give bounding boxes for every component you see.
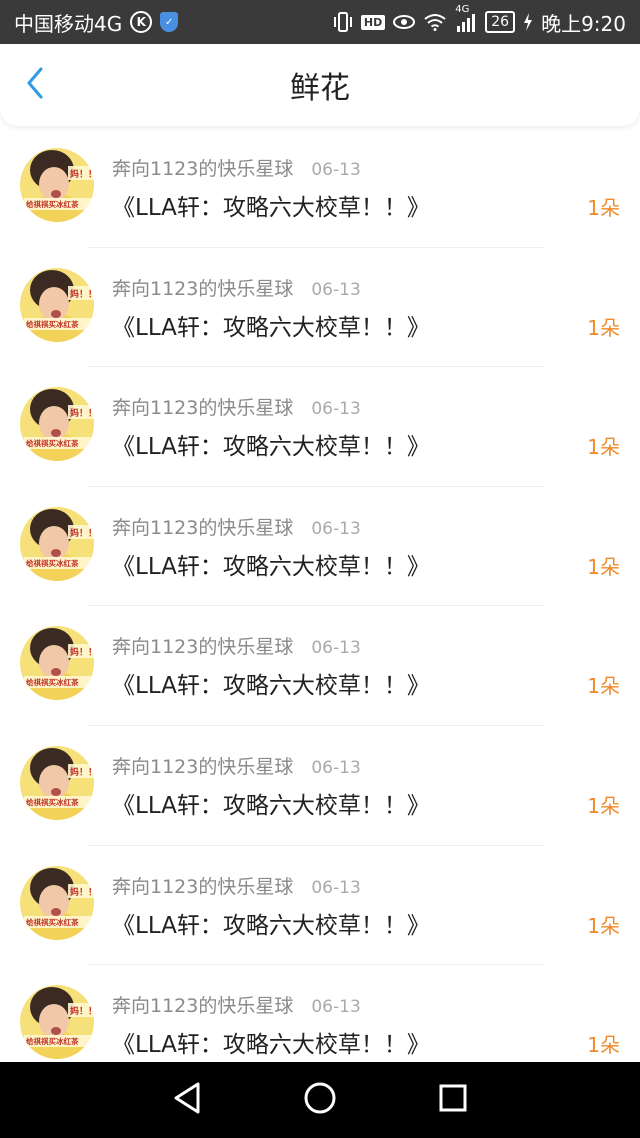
triangle-back-icon <box>172 1081 202 1119</box>
nav-home-button[interactable] <box>300 1080 340 1120</box>
nav-back-button[interactable] <box>167 1080 207 1120</box>
avatar-caption-1: 妈！！ <box>70 168 94 180</box>
flower-list: 妈！！ 给祺祺买冰红茶 奔向1123的快乐星球 06-13 《LLA轩：攻略六大… <box>0 128 640 1062</box>
item-message: 《LLA轩：攻略六大校草！！》 <box>112 912 430 939</box>
avatar[interactable]: 妈！！ 给祺祺买冰红茶 <box>20 148 94 222</box>
sender-name: 奔向1123的快乐星球 <box>112 636 294 659</box>
vibrate-icon <box>333 11 353 33</box>
item-date: 06-13 <box>311 997 361 1018</box>
avatar-caption-1: 妈！！ <box>70 1005 94 1017</box>
flower-count: 1朵 <box>587 196 620 220</box>
sender-name: 奔向1123的快乐星球 <box>112 397 294 420</box>
list-item[interactable]: 妈！！ 给祺祺买冰红茶 奔向1123的快乐星球 06-13 《LLA轩：攻略六大… <box>0 487 640 607</box>
back-button[interactable] <box>18 67 52 103</box>
flower-count: 1朵 <box>587 435 620 460</box>
item-message: 《LLA轩：攻略六大校草！！》 <box>112 1032 430 1059</box>
item-message: 《LLA轩：攻略六大校草！！》 <box>112 195 430 221</box>
item-date: 06-13 <box>311 160 361 180</box>
nav-recent-button[interactable] <box>433 1080 473 1120</box>
flower-count: 1朵 <box>587 793 620 818</box>
avatar[interactable]: 妈！！ 给祺祺买冰红茶 <box>20 506 94 581</box>
avatar-caption-1: 妈！！ <box>70 407 94 419</box>
item-message: 《LLA轩：攻略六大校草！！》 <box>112 792 430 819</box>
network-type-label: 4G <box>455 4 470 15</box>
status-bar: 中国移动4G K ✓ HD 4G 26 晚上9:20 <box>0 0 640 44</box>
status-left: 中国移动4G K ✓ <box>14 8 179 37</box>
item-date: 06-13 <box>311 279 361 300</box>
sender-name: 奔向1123的快乐星球 <box>112 755 294 778</box>
item-date: 06-13 <box>311 638 361 659</box>
item-meta: 奔向1123的快乐星球 06-13 <box>112 632 361 659</box>
page-title: 鲜花 <box>290 71 350 106</box>
list-item[interactable]: 妈！！ 给祺祺买冰红茶 奔向1123的快乐星球 06-13 《LLA轩：攻略六大… <box>0 606 640 726</box>
clock: 晚上9:20 <box>541 11 626 36</box>
avatar[interactable]: 妈！！ 给祺祺买冰红茶 <box>20 865 94 940</box>
avatar-caption-1: 妈！！ <box>70 646 94 658</box>
item-message: 《LLA轩：攻略六大校草！！》 <box>112 553 430 580</box>
avatar-caption-2: 给祺祺买冰红茶 <box>26 677 79 687</box>
flower-count: 1朵 <box>587 554 620 579</box>
list-item[interactable]: 妈！！ 给祺祺买冰红茶 奔向1123的快乐星球 06-13 《LLA轩：攻略六大… <box>0 726 640 846</box>
item-meta: 奔向1123的快乐星球 06-13 <box>112 513 361 540</box>
sender-name: 奔向1123的快乐星球 <box>112 875 294 898</box>
flower-count: 1朵 <box>587 1033 620 1058</box>
chevron-left-icon <box>25 67 45 103</box>
avatar-caption-2: 给祺祺买冰红茶 <box>26 199 79 209</box>
k-icon: K <box>130 11 153 33</box>
avatar-caption-1: 妈！！ <box>70 288 94 300</box>
hd-icon: HD <box>360 14 386 30</box>
item-date: 06-13 <box>311 399 361 420</box>
page-header: 鲜花 <box>0 44 640 126</box>
square-recent-icon <box>438 1083 468 1117</box>
avatar-caption-1: 妈！！ <box>70 886 94 898</box>
system-nav-bar <box>0 1062 640 1138</box>
list-item[interactable]: 妈！！ 给祺祺买冰红茶 奔向1123的快乐星球 06-13 《LLA轩：攻略六大… <box>0 965 640 1062</box>
flower-count: 1朵 <box>587 913 620 938</box>
list-item[interactable]: 妈！！ 给祺祺买冰红茶 奔向1123的快乐星球 06-13 《LLA轩：攻略六大… <box>0 367 640 487</box>
avatar-caption-2: 给祺祺买冰红茶 <box>26 917 79 927</box>
eye-icon <box>393 14 416 30</box>
item-meta: 奔向1123的快乐星球 06-13 <box>112 991 361 1018</box>
item-meta: 奔向1123的快乐星球 06-13 <box>112 752 361 779</box>
avatar[interactable]: 妈！！ 给祺祺买冰红茶 <box>20 387 94 462</box>
sender-name: 奔向1123的快乐星球 <box>112 158 294 180</box>
battery-icon: 26 <box>485 11 516 33</box>
carrier-label: 中国移动4G <box>14 11 123 36</box>
item-message: 《LLA轩：攻略六大校草！！》 <box>112 314 430 341</box>
status-right: HD 4G 26 晚上9:20 <box>333 4 626 37</box>
sender-name: 奔向1123的快乐星球 <box>112 277 294 300</box>
avatar[interactable]: 妈！！ 给祺祺买冰红茶 <box>20 985 94 1060</box>
item-date: 06-13 <box>311 877 361 898</box>
list-item[interactable]: 妈！！ 给祺祺买冰红茶 奔向1123的快乐星球 06-13 《LLA轩：攻略六大… <box>0 846 640 966</box>
item-meta: 奔向1123的快乐星球 06-13 <box>112 872 361 899</box>
item-meta: 奔向1123的快乐星球 06-13 <box>112 393 361 420</box>
circle-home-icon <box>303 1081 337 1119</box>
avatar[interactable]: 妈！！ 给祺祺买冰红茶 <box>20 626 94 701</box>
item-message: 《LLA轩：攻略六大校草！！》 <box>112 434 430 461</box>
wifi-icon <box>423 13 447 31</box>
signal-icon: 4G <box>455 4 477 32</box>
item-message: 《LLA轩：攻略六大校草！！》 <box>112 673 430 700</box>
sender-name: 奔向1123的快乐星球 <box>112 995 294 1018</box>
avatar-caption-2: 给祺祺买冰红茶 <box>26 558 79 568</box>
avatar-caption-2: 给祺祺买冰红茶 <box>26 438 79 448</box>
avatar[interactable]: 妈！！ 给祺祺买冰红茶 <box>20 745 94 820</box>
charging-icon <box>523 13 533 31</box>
avatar-caption-2: 给祺祺买冰红茶 <box>26 319 79 329</box>
item-date: 06-13 <box>311 518 361 539</box>
sender-name: 奔向1123的快乐星球 <box>112 516 294 539</box>
item-date: 06-13 <box>311 757 361 778</box>
item-meta: 奔向1123的快乐星球 06-13 <box>112 154 361 181</box>
flower-count: 1朵 <box>587 674 620 699</box>
avatar-caption-1: 妈！！ <box>70 527 94 539</box>
list-item[interactable]: 妈！！ 给祺祺买冰红茶 奔向1123的快乐星球 06-13 《LLA轩：攻略六大… <box>0 248 640 368</box>
shield-icon: ✓ <box>160 12 179 32</box>
avatar-caption-1: 妈！！ <box>70 766 94 778</box>
avatar-caption-2: 给祺祺买冰红茶 <box>26 797 79 807</box>
list-item[interactable]: 妈！！ 给祺祺买冰红茶 奔向1123的快乐星球 06-13 《LLA轩：攻略六大… <box>0 128 640 248</box>
avatar[interactable]: 妈！！ 给祺祺买冰红茶 <box>20 267 94 342</box>
item-meta: 奔向1123的快乐星球 06-13 <box>112 274 361 301</box>
flower-count: 1朵 <box>587 315 620 340</box>
avatar-caption-2: 给祺祺买冰红茶 <box>26 1036 79 1046</box>
